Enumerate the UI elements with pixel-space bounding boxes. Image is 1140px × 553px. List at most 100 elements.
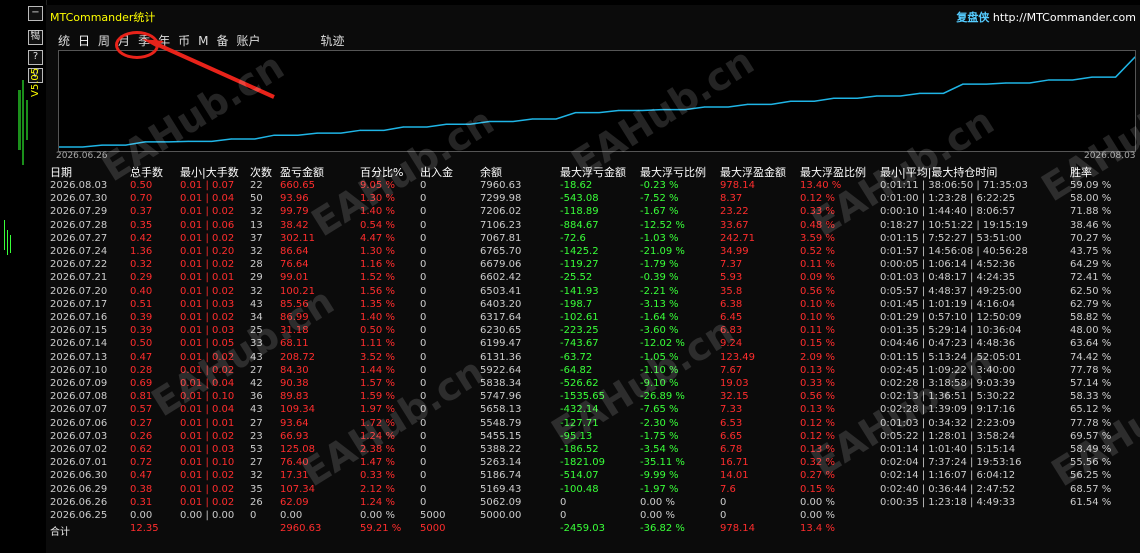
table-cell: 62.79 % (1070, 298, 1112, 310)
table-cell: 0 (420, 364, 427, 376)
table-cell: -3.60 % (640, 325, 679, 337)
table-cell: -118.89 (560, 206, 599, 218)
panel-toggle-button[interactable]: 㹇 (28, 30, 43, 45)
table-cell: 5838.34 (480, 378, 522, 389)
table-cell: 72.41 % (1070, 272, 1112, 284)
table-cell: 5000.00 (480, 510, 522, 521)
table-cell: 1.47 % (360, 457, 395, 469)
table-cell: 0:05:22 | 1:28:01 | 3:58:24 (880, 430, 1016, 442)
table-cell: 1.16 % (360, 259, 395, 271)
table-cell: -100.48 (560, 483, 599, 495)
table-cell: 0 (420, 325, 427, 337)
table-cell: 32 (250, 470, 263, 482)
table-cell: 70.27 % (1070, 232, 1112, 244)
table-cell: 7106.23 (480, 219, 522, 231)
app-title: MTCommander统计 (50, 11, 156, 24)
table-cell: 32 (250, 206, 263, 218)
tab-2[interactable]: 周 (98, 32, 110, 49)
table-cell: 23 (250, 430, 263, 442)
table-cell: 0 (420, 206, 427, 218)
table-cell: 93.64 (280, 417, 309, 429)
table-cell: 12.35 (130, 523, 159, 535)
table-cell: 978.14 (720, 523, 755, 535)
table-cell: 302.11 (280, 232, 315, 244)
table-cell: 2026.07.07 (50, 404, 108, 416)
table-cell: 86.99 (280, 312, 309, 323)
table-cell: 68.11 (280, 338, 309, 350)
table-cell: 5388.22 (480, 444, 522, 455)
table-cell: 6.78 (720, 444, 743, 455)
table-cell: 0.48 % (800, 219, 835, 231)
table-cell: -1821.09 (560, 457, 605, 469)
equity-point (316, 132, 318, 134)
table-cell: -26.89 % (640, 391, 685, 403)
table-cell: -1.10 % (640, 364, 679, 376)
table-cell: 0.32 (130, 259, 153, 271)
table-cell: 43.75 % (1070, 246, 1112, 257)
equity-point (704, 106, 706, 108)
table-cell: 0:05:57 | 4:48:37 | 49:25:00 (880, 285, 1022, 297)
table-cell: 0.01 | 0.10 (180, 391, 235, 403)
table-cell: 0.11 % (800, 259, 835, 271)
brand-name: 复盘侠 (956, 11, 990, 24)
table-cell: -1425.2 (560, 246, 599, 257)
table-cell: 2026.06.25 (50, 510, 108, 521)
terminal-side-strip: − 㹇 ? √ V5.05 (0, 0, 47, 553)
equity-point (833, 97, 835, 99)
help-button[interactable]: ? (28, 50, 43, 65)
table-cell: 5062.09 (480, 496, 522, 508)
table-cell: 68.57 % (1070, 483, 1112, 495)
table-cell: 6.53 (720, 417, 743, 429)
table-cell: 0.47 (130, 470, 153, 482)
table-cell: 0.01 | 0.04 (180, 404, 235, 416)
total-row: 合计 12.35 2960.63 59.21 % 5000 -2459.03 -36.82 … (50, 523, 1140, 538)
table-cell: 0:01:35 | 5:29:14 | 10:36:04 (880, 325, 1022, 337)
table-cell: -2.21 % (640, 285, 679, 297)
table-cell: 0.12 % (800, 417, 835, 429)
table-row: 2026.07.02 0.62 0.01 | 0.03 53 125.08 2.38 % 0… (50, 444, 1140, 457)
table-cell: 0.15 % (800, 338, 835, 350)
tab-1[interactable]: 日 (78, 32, 90, 49)
table-cell: 0.11 % (800, 325, 835, 337)
table-cell: 2026.06.29 (50, 483, 108, 495)
table-cell: 0 (250, 510, 257, 521)
table-cell: 32 (250, 285, 263, 297)
table-cell: -186.52 (560, 444, 599, 455)
table-cell: 0.33 % (800, 378, 835, 389)
table-cell: 93.96 (280, 193, 309, 205)
table-cell: 3.52 % (360, 351, 395, 363)
table-cell: 0.01 | 0.02 (180, 496, 235, 508)
table-cell: 0 (420, 246, 427, 257)
table-cell: 0.33 % (360, 470, 395, 482)
table-cell: 978.14 (720, 180, 755, 191)
column-header: 最大浮亏金额 (560, 166, 626, 179)
table-cell: 109.34 (280, 404, 315, 416)
table-cell: 59.21 % (360, 523, 402, 535)
table-row: 2026.08.03 0.50 0.01 | 0.07 22 660.65 9.05 % 0… (50, 180, 1140, 193)
table-cell: 66.93 (280, 430, 309, 442)
equity-point (488, 120, 490, 123)
table-cell: 2.38 % (360, 444, 395, 455)
brand-url[interactable]: http://MTCommander.com (993, 11, 1136, 24)
table-cell: 660.65 (280, 180, 315, 191)
table-cell: 58.33 % (1070, 391, 1112, 403)
table-cell: 2026.07.01 (50, 457, 108, 469)
price-candle (10, 235, 11, 253)
table-cell: 0.27 % (800, 470, 835, 482)
table-cell: 61.54 % (1070, 496, 1112, 508)
table-cell: 2026.08.03 (50, 180, 108, 191)
table-cell: 0.56 % (800, 391, 835, 403)
tab-10[interactable]: 轨迹 (321, 32, 345, 49)
table-cell: 1.59 % (360, 391, 395, 403)
tab-0[interactable]: 统 (58, 32, 70, 49)
table-cell: 32 (250, 246, 263, 257)
column-header: 胜率 (1070, 166, 1092, 179)
table-cell: 0.01 | 0.02 (180, 259, 235, 271)
table-cell: 100.21 (280, 285, 315, 297)
minimize-button[interactable]: − (28, 6, 43, 21)
table-row: 2026.07.08 0.81 0.01 | 0.10 36 89.83 1.59 % 0 5… (50, 391, 1140, 404)
table-cell: 13.40 % (800, 180, 842, 191)
table-cell: -12.52 % (640, 219, 685, 231)
equity-point (660, 108, 663, 111)
equity-point (445, 123, 447, 125)
